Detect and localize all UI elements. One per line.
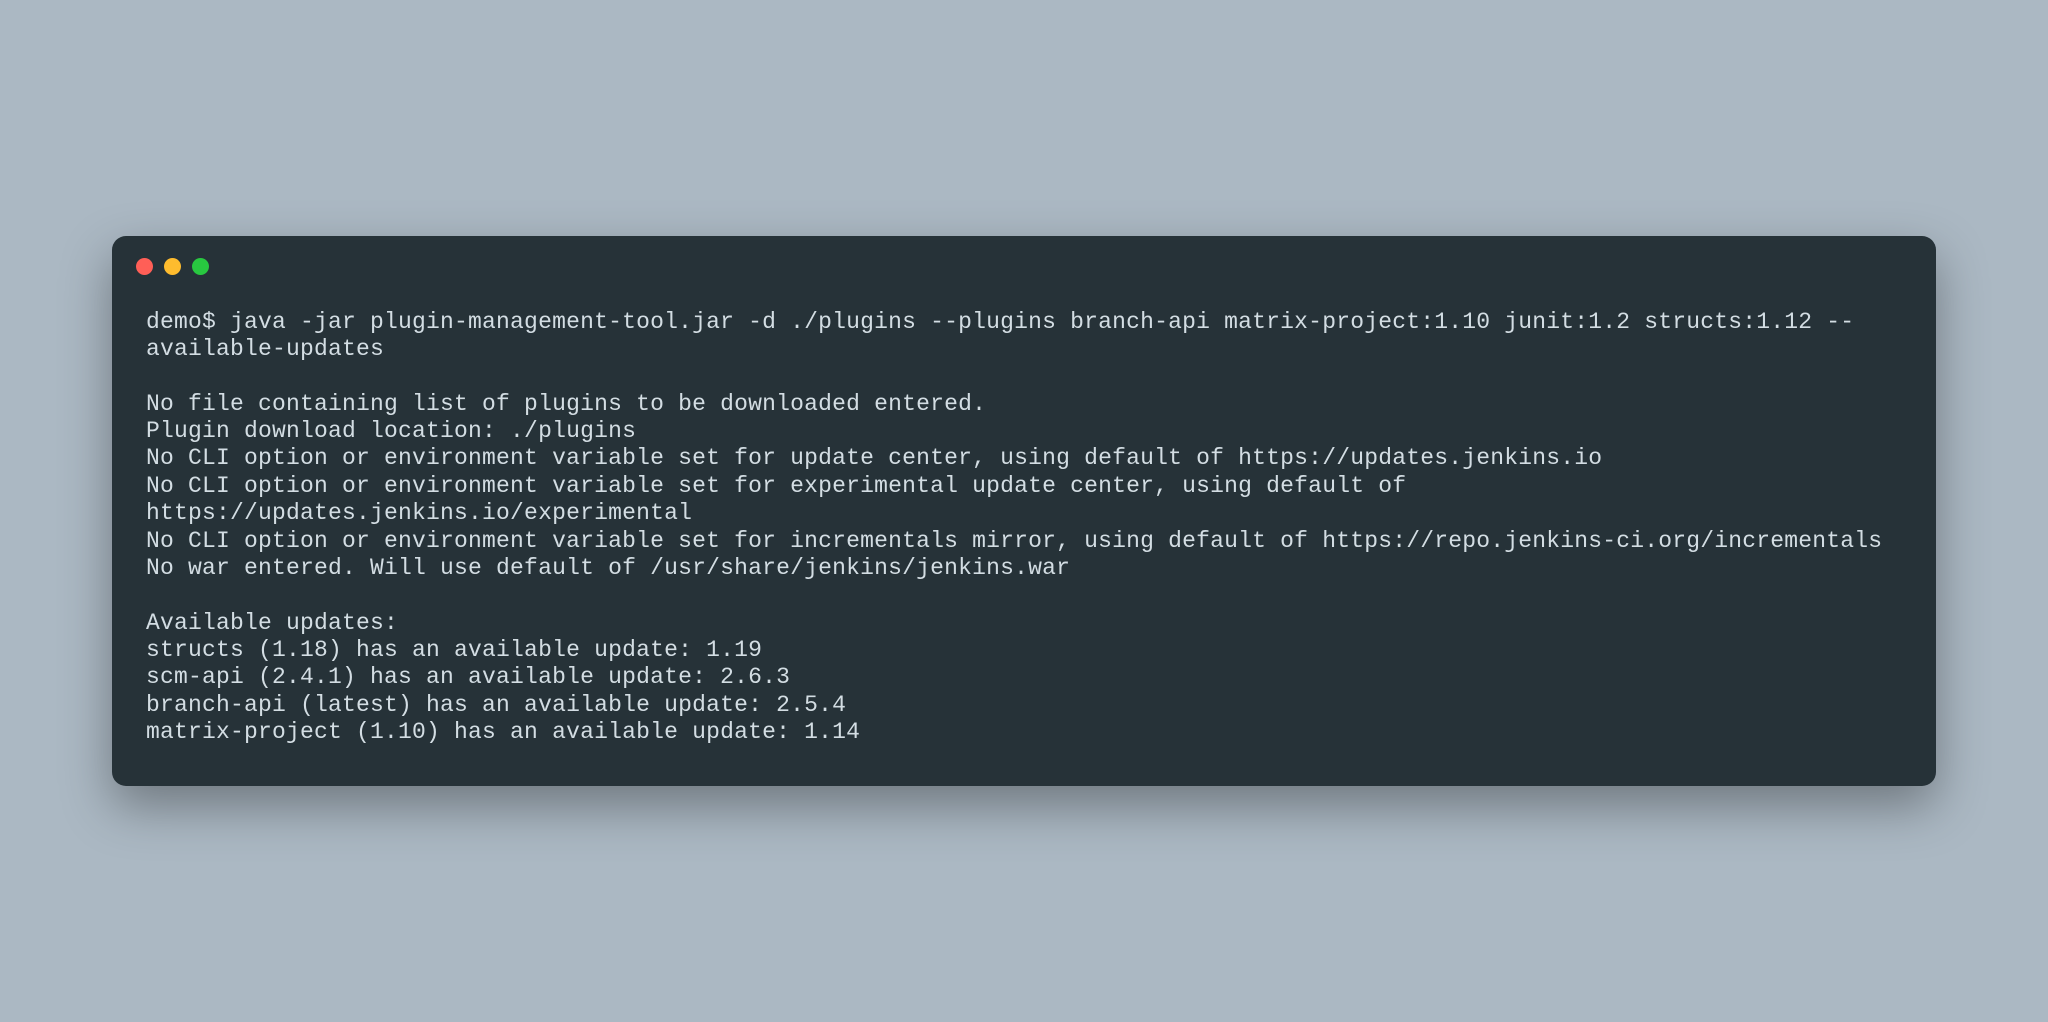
title-bar <box>112 236 1936 283</box>
terminal-command: demo$ java -jar plugin-management-tool.j… <box>146 309 1854 362</box>
terminal-body[interactable]: demo$ java -jar plugin-management-tool.j… <box>112 283 1936 787</box>
terminal-output: No file containing list of plugins to be… <box>146 391 1882 745</box>
minimize-icon[interactable] <box>164 258 181 275</box>
close-icon[interactable] <box>136 258 153 275</box>
terminal-window: demo$ java -jar plugin-management-tool.j… <box>112 236 1936 787</box>
maximize-icon[interactable] <box>192 258 209 275</box>
